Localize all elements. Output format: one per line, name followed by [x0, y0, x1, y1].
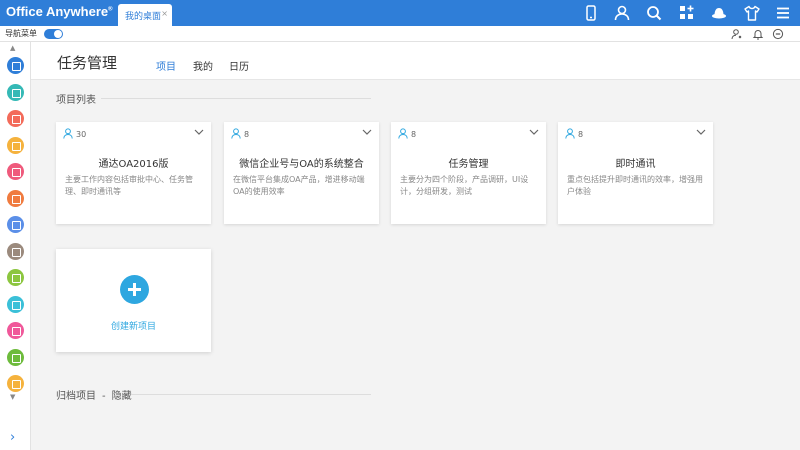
project-title[interactable]: 任务管理: [391, 155, 546, 170]
project-title[interactable]: 即时通讯: [558, 155, 713, 170]
app-contacts-icon[interactable]: [7, 83, 24, 101]
member-icon: [63, 128, 73, 139]
archive-section: 归档项目 - 隐藏: [56, 391, 132, 402]
tab-label: 我的桌面: [125, 12, 162, 22]
tab-calendar[interactable]: 日历: [229, 58, 249, 73]
project-title[interactable]: 通达OA2016版: [56, 155, 211, 170]
nav-menu-toggle[interactable]: [44, 29, 63, 39]
project-description: 主要分为四个阶段，产品调研，UI设计，分组研发，测试: [400, 175, 529, 196]
tab-projects[interactable]: 项目: [156, 58, 176, 73]
app-task-icon[interactable]: [7, 322, 24, 339]
app-book-icon[interactable]: [7, 163, 24, 180]
sidebar-expand-icon[interactable]: ›: [10, 430, 15, 445]
page-title: 任务管理: [57, 54, 118, 72]
section-divider: [101, 98, 371, 99]
chevron-down-icon[interactable]: [194, 128, 204, 136]
project-description: 在微信平台集成OA产品，增进移动端OA的使用效率: [233, 175, 365, 196]
project-card[interactable]: 8 微信企业号与OA的系统整合在微信平台集成OA产品，增进移动端OA的使用效率: [224, 122, 379, 224]
hat-icon[interactable]: [710, 4, 728, 22]
app-file-icon[interactable]: [7, 189, 24, 207]
tab-mine[interactable]: 我的: [193, 58, 213, 73]
project-title[interactable]: 微信企业号与OA的系统整合: [224, 155, 379, 170]
member-icon: [231, 128, 241, 139]
chevron-down-icon[interactable]: [362, 128, 372, 136]
tab-my-desktop[interactable]: 我的桌面 ×: [118, 4, 172, 26]
member-count: 8: [578, 130, 584, 139]
app-report-icon[interactable]: [7, 348, 24, 366]
app-hr-icon[interactable]: [7, 242, 24, 260]
archive-label: 归档项目: [56, 391, 96, 402]
project-description: 重点包括提升即时通讯的效率，增强用户体验: [567, 175, 703, 196]
app-mail-icon[interactable]: [7, 136, 24, 154]
project-card[interactable]: 8 即时通讯重点包括提升即时通讯的效率，增强用户体验: [558, 122, 713, 224]
archive-divider: [131, 394, 371, 395]
main-content: 任务管理 项目 我的 日历 项目列表 30 通达OA2016版主要工作内容包括审批…: [31, 42, 800, 450]
app-card-icon[interactable]: [7, 375, 24, 392]
plus-icon[interactable]: [120, 275, 149, 304]
apps-add-icon[interactable]: [678, 4, 696, 22]
sidebar-scroll-up-icon[interactable]: ▲: [10, 44, 15, 52]
page-header: 任务管理 项目 我的 日历: [31, 42, 800, 80]
tshirt-icon[interactable]: [743, 4, 761, 22]
nav-menu-label: 导航菜单: [5, 29, 37, 38]
sidebar: ▲ ▼ ›: [0, 42, 31, 450]
member-icon: [398, 128, 408, 139]
member-count: 8: [411, 130, 417, 139]
user-icon[interactable]: [613, 4, 631, 22]
app-message-icon[interactable]: [7, 295, 24, 313]
project-description: 主要工作内容包括审批中心、任务管理、即时通讯等: [65, 175, 193, 196]
mobile-icon[interactable]: [582, 4, 600, 22]
app-workflow-icon[interactable]: [7, 57, 24, 74]
project-list-title: 项目列表: [56, 95, 96, 106]
project-card[interactable]: 30 通达OA2016版主要工作内容包括审批中心、任务管理、即时通讯等: [56, 122, 211, 224]
chat-icon[interactable]: [772, 28, 784, 40]
menu-icon[interactable]: [774, 4, 792, 22]
sidebar-scroll-down-icon[interactable]: ▼: [10, 393, 15, 401]
sub-bar: 导航菜单: [0, 26, 800, 42]
brand-logo[interactable]: Office Anywhere®: [6, 4, 113, 19]
app-document-icon[interactable]: [7, 110, 24, 127]
bell-icon[interactable]: [752, 28, 764, 40]
member-count: 30: [76, 130, 87, 139]
app-calendar-icon[interactable]: [7, 269, 24, 286]
top-bar: Office Anywhere® 我的桌面 ×: [0, 0, 800, 26]
search-icon[interactable]: [645, 4, 663, 22]
chevron-down-icon[interactable]: [696, 128, 706, 136]
app-note-icon[interactable]: [7, 216, 24, 233]
user-switch-icon[interactable]: [731, 28, 743, 40]
tab-close-icon[interactable]: ×: [161, 9, 168, 18]
project-card[interactable]: 8 任务管理主要分为四个阶段，产品调研，UI设计，分组研发，测试: [391, 122, 546, 224]
create-project-label: 创建新项目: [110, 322, 156, 332]
chevron-down-icon[interactable]: [529, 128, 539, 136]
archive-hide-link[interactable]: 隐藏: [112, 391, 132, 402]
member-icon: [565, 128, 575, 139]
create-project-card[interactable]: 创建新项目: [56, 249, 211, 352]
member-count: 8: [244, 130, 250, 139]
